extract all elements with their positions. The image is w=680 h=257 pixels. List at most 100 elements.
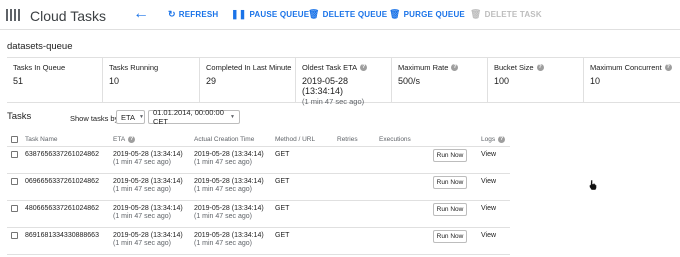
- column-executions[interactable]: Executions: [379, 136, 411, 143]
- column-method-url[interactable]: Method / URL: [275, 136, 315, 143]
- tasks-heading: Tasks: [7, 111, 32, 122]
- column-logs[interactable]: Logs?: [481, 136, 506, 143]
- task-method: GET: [275, 232, 290, 239]
- help-icon[interactable]: ?: [128, 136, 136, 143]
- stat-value: 100: [494, 76, 510, 86]
- delete-queue-label: DELETE QUEUE: [322, 10, 388, 19]
- column-retries[interactable]: Retries: [337, 136, 358, 143]
- row-checkbox[interactable]: [11, 232, 18, 239]
- eta-ago: (1 min 47 sec ago): [113, 240, 171, 247]
- stat-tasks-running: Tasks Running 10: [103, 58, 200, 102]
- stat-value: 2019-05-28 (13:34:14): [302, 76, 349, 96]
- back-arrow-icon[interactable]: ←: [133, 6, 149, 22]
- row-checkbox[interactable]: [11, 151, 18, 158]
- created-value: 2019-05-28 (13:34:14): [194, 178, 264, 185]
- trash-icon: 🗑: [470, 9, 482, 19]
- view-logs-link[interactable]: View: [481, 232, 496, 239]
- refresh-label: REFRESH: [178, 10, 219, 19]
- stat-tasks-in-queue: Tasks In Queue 51: [7, 58, 103, 102]
- task-name: 6387656337261024862: [25, 151, 99, 158]
- column-eta[interactable]: ETA?: [113, 136, 136, 143]
- pause-icon: ❚❚: [231, 9, 247, 19]
- tasks-table-header: Task Name ETA? Actual Creation Time Meth…: [7, 134, 510, 147]
- view-logs-link[interactable]: View: [481, 151, 496, 158]
- eta-value: 2019-05-28 (13:34:14): [113, 232, 183, 239]
- run-now-button[interactable]: Run Now: [433, 203, 467, 216]
- purge-queue-button[interactable]: 🗑 PURGE QUEUE: [389, 9, 465, 20]
- run-now-button[interactable]: Run Now: [433, 176, 467, 189]
- row-checkbox[interactable]: [11, 205, 18, 212]
- stat-value: 500/s: [398, 76, 421, 86]
- date-filter-value: 01.01.2014, 00:00:00 CET: [153, 108, 224, 126]
- eta-ago: (1 min 47 sec ago): [113, 159, 171, 166]
- view-logs-link[interactable]: View: [481, 178, 496, 185]
- app-title: Cloud Tasks: [30, 8, 107, 24]
- help-icon[interactable]: ?: [536, 64, 544, 71]
- task-eta: 2019-05-28 (13:34:14) (1 min 47 sec ago): [113, 151, 183, 166]
- date-filter-select[interactable]: 01.01.2014, 00:00:00 CET ▼: [148, 108, 240, 126]
- table-row: 4806656337261024862 2019-05-28 (13:34:14…: [7, 201, 510, 228]
- trash-icon: 🗑: [389, 9, 401, 19]
- column-label: Executions: [379, 136, 411, 143]
- delete-task-label: DELETE TASK: [484, 10, 542, 19]
- stat-label: Bucket Size: [494, 63, 534, 72]
- stat-value: 29: [206, 76, 217, 86]
- queue-name: datasets-queue: [7, 41, 73, 52]
- created-ago: (1 min 47 sec ago): [194, 213, 252, 220]
- stat-value: 10: [109, 76, 120, 86]
- stat-label: Tasks In Queue: [13, 63, 66, 72]
- run-now-button[interactable]: Run Now: [433, 230, 467, 243]
- column-task-name[interactable]: Task Name: [25, 136, 58, 143]
- help-icon[interactable]: ?: [360, 64, 368, 71]
- delete-task-button[interactable]: 🗑 DELETE TASK: [470, 9, 542, 20]
- column-label: Retries: [337, 136, 358, 143]
- column-creation-time[interactable]: Actual Creation Time: [194, 136, 254, 143]
- help-icon[interactable]: ?: [664, 64, 672, 71]
- hand-cursor-icon: [589, 180, 597, 190]
- created-ago: (1 min 47 sec ago): [194, 159, 252, 166]
- task-name: 8691681334330888663: [25, 232, 99, 239]
- stat-oldest-task-eta: Oldest Task ETA? 2019-05-28 (13:34:14) (…: [296, 58, 392, 106]
- select-all-checkbox[interactable]: [11, 136, 18, 143]
- stat-label: Tasks Running: [109, 63, 159, 72]
- dropdown-caret-icon: ▼: [230, 114, 235, 120]
- help-icon[interactable]: ?: [498, 136, 506, 143]
- eta-ago: (1 min 47 sec ago): [113, 186, 171, 193]
- created-value: 2019-05-28 (13:34:14): [194, 205, 264, 212]
- view-logs-link[interactable]: View: [481, 205, 496, 212]
- stat-label: Completed In Last Minute: [206, 63, 292, 72]
- created-value: 2019-05-28 (13:34:14): [194, 232, 264, 239]
- task-name: 0696656337261024862: [25, 178, 99, 185]
- task-method: GET: [275, 178, 290, 185]
- refresh-button[interactable]: ↻ REFRESH: [168, 10, 219, 20]
- stat-label: Maximum Rate: [398, 63, 449, 72]
- task-eta: 2019-05-28 (13:34:14) (1 min 47 sec ago): [113, 178, 183, 193]
- purge-queue-label: PURGE QUEUE: [403, 10, 465, 19]
- show-tasks-by-label: Show tasks by:: [70, 114, 121, 123]
- task-name: 4806656337261024862: [25, 205, 99, 212]
- column-label: Logs: [481, 136, 496, 143]
- table-row: 6387656337261024862 2019-05-28 (13:34:14…: [7, 147, 510, 174]
- task-method: GET: [275, 205, 290, 212]
- help-icon[interactable]: ?: [451, 64, 459, 71]
- task-created: 2019-05-28 (13:34:14) (1 min 47 sec ago): [194, 232, 264, 247]
- show-by-select[interactable]: ETA ▼: [116, 110, 145, 124]
- created-value: 2019-05-28 (13:34:14): [194, 151, 264, 158]
- column-label: Method / URL: [275, 136, 316, 143]
- stat-maximum-rate: Maximum Rate? 500/s: [392, 58, 488, 102]
- pause-queue-button[interactable]: ❚❚ PAUSE QUEUE: [231, 9, 309, 20]
- row-checkbox[interactable]: [11, 178, 18, 185]
- task-method: GET: [275, 151, 290, 158]
- dropdown-caret-icon: ▼: [139, 114, 144, 120]
- run-now-button[interactable]: Run Now: [433, 149, 467, 162]
- created-ago: (1 min 47 sec ago): [194, 186, 252, 193]
- column-label: Actual Creation Time: [194, 136, 255, 143]
- eta-value: 2019-05-28 (13:34:14): [113, 151, 183, 158]
- stat-completed-last-minute: Completed In Last Minute 29: [200, 58, 296, 102]
- stat-sub: (1 min 47 sec ago): [302, 97, 365, 106]
- task-eta: 2019-05-28 (13:34:14) (1 min 47 sec ago): [113, 205, 183, 220]
- delete-queue-button[interactable]: 🗑 DELETE QUEUE: [308, 10, 388, 20]
- stat-value: 51: [13, 76, 24, 86]
- task-created: 2019-05-28 (13:34:14) (1 min 47 sec ago): [194, 178, 264, 193]
- table-row: 0696656337261024862 2019-05-28 (13:34:14…: [7, 174, 510, 201]
